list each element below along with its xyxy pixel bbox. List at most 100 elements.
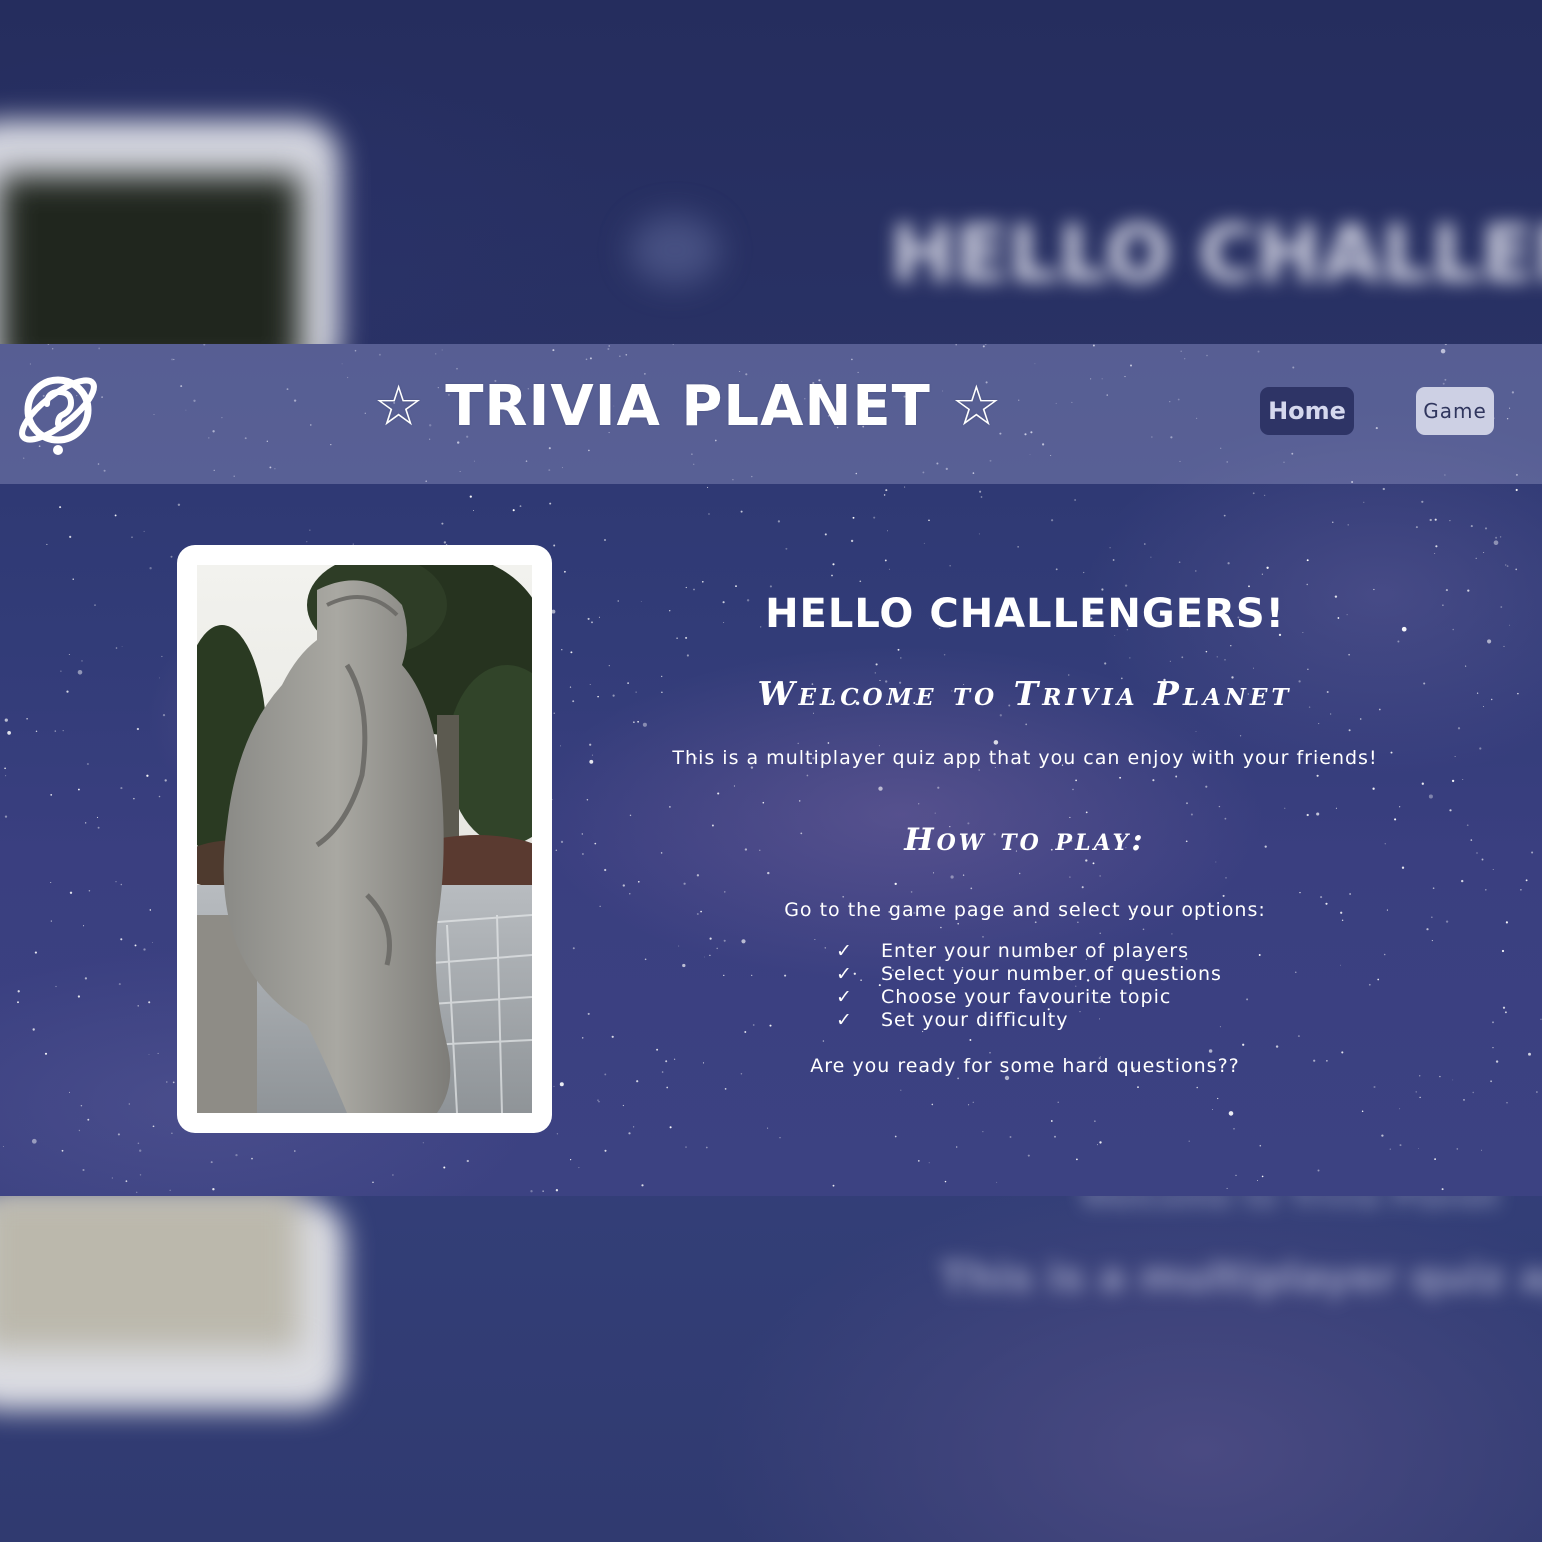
star xyxy=(1483,551,1485,553)
star xyxy=(570,651,573,654)
star xyxy=(121,646,123,647)
star xyxy=(512,509,515,512)
star xyxy=(589,743,592,746)
star xyxy=(928,1162,930,1164)
star xyxy=(641,1184,644,1187)
star xyxy=(466,1159,469,1163)
star xyxy=(885,489,888,492)
star xyxy=(55,985,57,988)
star xyxy=(1501,949,1505,953)
list-item: ✓ Enter your number of players xyxy=(836,940,1430,963)
check-mark-icon: ✓ xyxy=(836,1009,853,1031)
star xyxy=(1178,561,1181,564)
star xyxy=(1421,500,1424,503)
nav-home-button[interactable]: Home xyxy=(1260,387,1354,435)
star xyxy=(622,1104,625,1107)
star xyxy=(777,520,781,523)
star xyxy=(587,1012,590,1015)
star xyxy=(1235,1174,1237,1177)
star xyxy=(1382,487,1385,491)
star xyxy=(1499,536,1502,538)
star xyxy=(604,1073,607,1076)
star xyxy=(212,1188,215,1191)
star xyxy=(559,745,562,747)
star xyxy=(1466,824,1469,827)
star xyxy=(1492,1021,1494,1024)
star xyxy=(84,977,88,980)
star xyxy=(1266,566,1269,569)
star xyxy=(1472,1091,1474,1094)
star xyxy=(120,883,123,886)
star xyxy=(1441,1188,1444,1191)
star xyxy=(982,1131,984,1133)
star xyxy=(111,1177,113,1179)
star xyxy=(115,647,118,649)
star xyxy=(1434,1158,1436,1160)
star xyxy=(1137,1086,1139,1088)
star xyxy=(1503,645,1505,647)
star xyxy=(904,486,906,488)
star xyxy=(1227,562,1230,565)
backdrop-photo-bottom xyxy=(0,1190,300,1350)
star xyxy=(1492,1046,1494,1049)
star xyxy=(591,754,593,756)
outro-text: Are you ready for some hard questions?? xyxy=(810,1055,1240,1077)
star xyxy=(1525,879,1528,882)
star xyxy=(633,1126,635,1128)
intro-text: This is a multiplayer quiz app that you … xyxy=(672,747,1378,769)
star xyxy=(128,1103,130,1105)
star xyxy=(1531,851,1534,854)
star xyxy=(118,983,121,986)
star xyxy=(1445,589,1448,592)
star xyxy=(117,1133,120,1136)
star xyxy=(555,1189,559,1192)
star xyxy=(422,1142,424,1144)
star xyxy=(59,506,62,509)
star xyxy=(1506,565,1509,567)
star xyxy=(1143,543,1146,545)
star xyxy=(441,522,444,525)
star xyxy=(604,1149,607,1152)
star xyxy=(1415,526,1418,529)
star xyxy=(556,1133,559,1135)
star xyxy=(162,714,166,717)
star xyxy=(617,600,619,602)
star xyxy=(1381,1134,1384,1137)
star xyxy=(917,1159,920,1162)
star xyxy=(170,555,173,558)
steps-list: ✓ Enter your number of players ✓ Select … xyxy=(836,940,1430,1032)
list-item: ✓ Choose your favourite topic xyxy=(836,986,1430,1009)
star xyxy=(72,578,74,580)
star xyxy=(97,826,100,829)
statue-photo xyxy=(197,565,532,1113)
star xyxy=(1505,921,1508,924)
star xyxy=(599,905,601,907)
star xyxy=(177,503,181,506)
star xyxy=(1399,1144,1402,1147)
star xyxy=(824,533,827,536)
check-mark-icon: ✓ xyxy=(836,986,853,1008)
nav-game-button[interactable]: Game xyxy=(1416,387,1494,435)
star xyxy=(666,1086,669,1089)
star xyxy=(77,995,81,998)
step-text: Enter your number of players xyxy=(881,940,1189,962)
star xyxy=(1470,525,1473,528)
star xyxy=(443,541,447,544)
star xyxy=(61,1149,64,1152)
star xyxy=(553,1085,555,1087)
star xyxy=(561,649,563,651)
star xyxy=(46,543,48,545)
star xyxy=(956,1146,958,1148)
star xyxy=(120,938,123,941)
star xyxy=(968,1104,970,1106)
star xyxy=(549,502,552,505)
backdrop-greeting: HELLO CHALLENGERS! xyxy=(890,210,1542,300)
star xyxy=(1195,570,1197,572)
star xyxy=(54,730,57,732)
star xyxy=(705,1146,708,1149)
star xyxy=(1457,727,1461,730)
star xyxy=(1317,1169,1320,1172)
star xyxy=(1074,499,1076,501)
star xyxy=(564,570,566,573)
star xyxy=(50,920,52,922)
